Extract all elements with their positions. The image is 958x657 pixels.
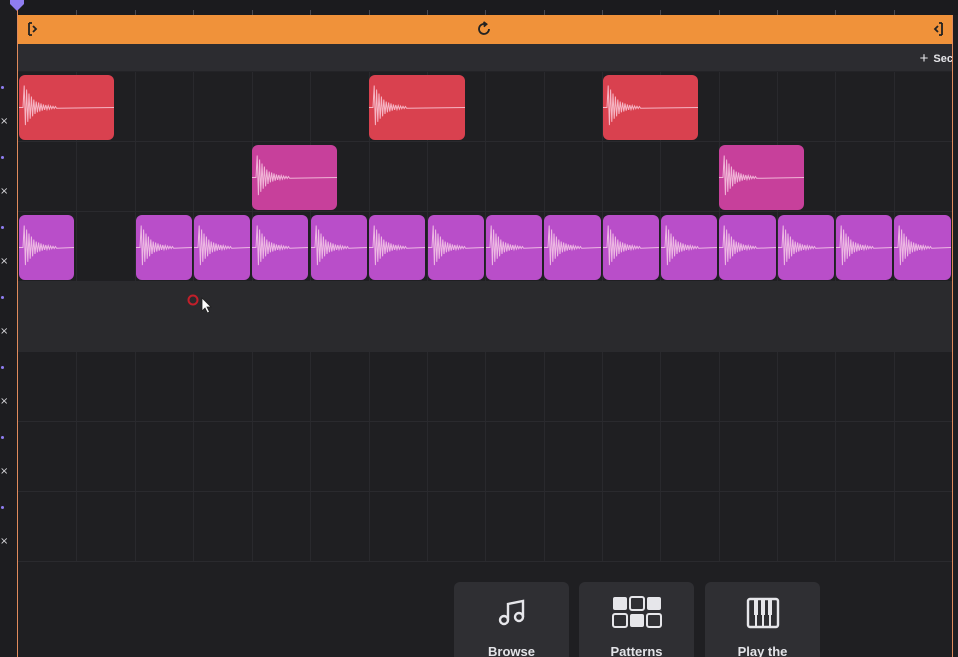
audio-clip[interactable] xyxy=(19,75,114,140)
grid-pattern-icon xyxy=(611,596,662,628)
plus-icon: + xyxy=(919,50,929,67)
track-menu-dot[interactable] xyxy=(1,506,4,509)
audio-clip[interactable] xyxy=(311,215,367,280)
audio-clip[interactable] xyxy=(661,215,717,280)
audio-clip[interactable] xyxy=(252,215,308,280)
track-lane[interactable] xyxy=(18,142,953,212)
music-note-icon xyxy=(498,599,524,626)
track-menu-dot[interactable] xyxy=(1,366,4,369)
audio-clip[interactable] xyxy=(836,215,892,280)
waveform-icon xyxy=(603,85,698,126)
piano-keys-icon xyxy=(746,597,779,629)
track-lanes xyxy=(18,72,953,562)
audio-clip[interactable] xyxy=(894,215,951,280)
waveform-icon xyxy=(311,225,367,266)
audio-clip[interactable] xyxy=(778,215,834,280)
audio-clip[interactable] xyxy=(719,215,776,280)
mouse-cursor-icon xyxy=(187,294,212,313)
track-controls-gutter: × × × × × × × xyxy=(0,0,18,657)
remove-track-icon[interactable]: × xyxy=(0,467,8,477)
audio-clip[interactable] xyxy=(603,75,698,140)
play-keys-card-label: Play the xyxy=(737,644,788,657)
audio-clip[interactable] xyxy=(603,215,659,280)
waveform-icon xyxy=(19,85,114,126)
track-lane[interactable] xyxy=(18,352,953,422)
remove-track-icon[interactable]: × xyxy=(0,397,8,407)
audio-clip[interactable] xyxy=(194,215,250,280)
loop-start-bracket-icon[interactable] xyxy=(25,21,41,37)
track-menu-dot[interactable] xyxy=(1,436,4,439)
waveform-icon xyxy=(486,225,542,266)
waveform-icon xyxy=(778,225,834,266)
patterns-card-label: Patterns xyxy=(610,644,663,657)
browse-card[interactable]: Browse xyxy=(454,582,569,657)
audio-clip[interactable] xyxy=(544,215,601,280)
loop-icon[interactable] xyxy=(476,21,492,37)
loop-region-bar[interactable] xyxy=(18,15,953,44)
add-section-button[interactable]: + Sec xyxy=(920,50,953,67)
track-lane[interactable] xyxy=(18,492,953,562)
track-lane[interactable] xyxy=(18,72,953,142)
track-menu-dot[interactable] xyxy=(1,226,4,229)
audio-clip[interactable] xyxy=(136,215,192,280)
patterns-card[interactable]: Patterns xyxy=(579,582,694,657)
waveform-icon xyxy=(661,225,717,266)
track-menu-dot[interactable] xyxy=(1,86,4,89)
audio-clip[interactable] xyxy=(369,75,465,140)
timeline-ruler[interactable] xyxy=(18,0,958,15)
remove-track-icon[interactable]: × xyxy=(0,257,8,267)
audio-clip[interactable] xyxy=(252,145,337,210)
remove-track-icon[interactable]: × xyxy=(0,537,8,547)
add-section-label: Sec xyxy=(933,52,953,65)
browse-card-label: Browse xyxy=(488,644,535,657)
audio-clip[interactable] xyxy=(428,215,484,280)
play-keys-card[interactable]: Play the xyxy=(705,582,820,657)
track-menu-dot[interactable] xyxy=(1,296,4,299)
audio-clip[interactable] xyxy=(369,215,425,280)
remove-track-icon[interactable]: × xyxy=(0,117,8,127)
track-lane[interactable] xyxy=(18,282,953,352)
waveform-icon xyxy=(428,225,484,266)
waveform-icon xyxy=(252,225,308,266)
loop-end-line xyxy=(952,15,953,657)
remove-track-icon[interactable]: × xyxy=(0,187,8,197)
waveform-icon xyxy=(544,225,601,266)
remove-track-icon[interactable]: × xyxy=(0,327,8,337)
audio-clip[interactable] xyxy=(19,215,74,280)
track-menu-dot[interactable] xyxy=(1,156,4,159)
waveform-icon xyxy=(369,225,425,266)
waveform-icon xyxy=(136,225,192,266)
waveform-icon xyxy=(369,85,465,126)
section-bar: + Sec xyxy=(18,44,953,72)
waveform-icon xyxy=(194,225,250,266)
audio-clip[interactable] xyxy=(719,145,804,210)
sequencer-app: × × × × × × × + Sec Browse Patterns Play… xyxy=(0,0,958,657)
track-lane[interactable] xyxy=(18,422,953,492)
loop-end-bracket-icon[interactable] xyxy=(930,21,946,37)
waveform-icon xyxy=(252,155,337,196)
waveform-icon xyxy=(19,225,74,266)
waveform-icon xyxy=(836,225,892,266)
waveform-icon xyxy=(894,225,951,266)
waveform-icon xyxy=(719,225,776,266)
audio-clip[interactable] xyxy=(486,215,542,280)
playhead-line xyxy=(17,10,18,657)
waveform-icon xyxy=(603,225,659,266)
waveform-icon xyxy=(719,155,804,196)
